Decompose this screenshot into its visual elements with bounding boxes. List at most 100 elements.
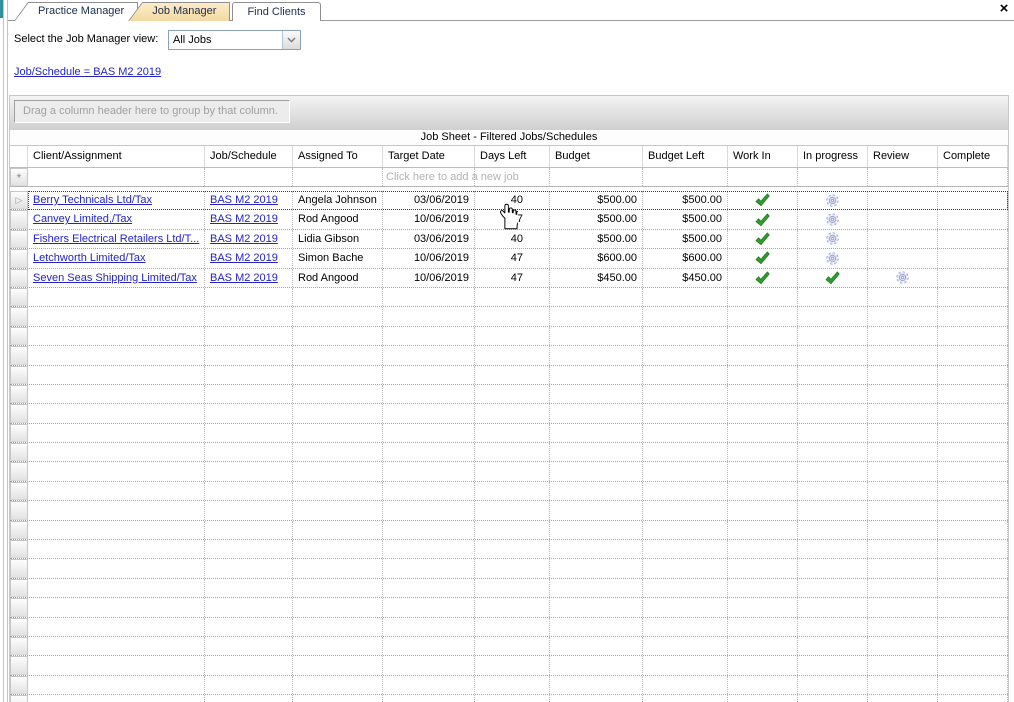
budget-left-cell[interactable]: $500.00 [643,191,728,209]
row-header[interactable] [10,656,28,674]
target-date-cell[interactable]: 03/06/2019 [383,230,475,248]
work-in-cell[interactable] [728,269,798,287]
row-header[interactable] [10,501,28,519]
view-selector-dropdown[interactable]: All Jobs [168,30,301,50]
row-header[interactable] [10,385,28,403]
job-link[interactable]: BAS M2 2019 [210,233,278,245]
column-header-work-in[interactable]: Work In [728,146,798,167]
job-link[interactable]: BAS M2 2019 [210,272,278,284]
row-header[interactable] [10,346,28,364]
budget-left-cell[interactable]: $500.00 [643,230,728,248]
review-cell[interactable] [868,210,938,228]
row-header[interactable] [10,579,28,597]
job-link[interactable]: BAS M2 2019 [210,252,278,264]
budget-cell[interactable]: $450.00 [550,269,643,287]
target-date-cell[interactable]: 10/06/2019 [383,269,475,287]
in-progress-cell[interactable] [798,249,868,267]
days-left-cell[interactable]: 47 [475,249,550,267]
row-header[interactable] [10,307,28,325]
dropdown-button[interactable] [282,31,300,49]
client-link[interactable]: Letchworth Limited/Tax [33,252,146,264]
budget-left-cell[interactable]: $600.00 [643,249,728,267]
assigned-cell[interactable]: Rod Angood [293,269,383,287]
review-cell[interactable] [868,230,938,248]
row-header[interactable] [10,230,28,248]
add-new-job-hint[interactable]: Click here to add a new job [386,169,519,186]
tab-find-clients[interactable]: Find Clients [232,2,320,21]
client-link[interactable]: Seven Seas Shipping Limited/Tax [33,272,197,284]
budget-cell[interactable]: $500.00 [550,230,643,248]
row-header[interactable] [10,618,28,636]
row-header[interactable] [10,695,28,702]
in-progress-cell[interactable] [798,210,868,228]
column-header-client[interactable]: Client/Assignment [28,146,205,167]
client-link[interactable]: Berry Technicals Ltd/Tax [33,194,152,206]
job-link[interactable]: BAS M2 2019 [210,213,278,225]
assigned-cell[interactable]: Simon Bache [293,249,383,267]
complete-cell[interactable] [938,210,1008,228]
add-new-job-row[interactable]: * Click here to add a new job [10,168,1008,187]
row-header[interactable] [10,443,28,461]
row-header[interactable] [10,249,28,267]
complete-cell[interactable] [938,249,1008,267]
assigned-cell[interactable]: Lidia Gibson [293,230,383,248]
column-header-complete[interactable]: Complete [938,146,1008,167]
in-progress-cell[interactable] [798,191,868,209]
current-row-indicator[interactable]: ▷ [10,191,28,209]
row-header[interactable] [10,559,28,577]
work-in-cell[interactable] [728,210,798,228]
in-progress-cell[interactable] [798,269,868,287]
assigned-cell[interactable]: Rod Angood [293,210,383,228]
days-left-cell[interactable]: 40 [475,191,550,209]
budget-left-cell[interactable]: $450.00 [643,269,728,287]
row-header[interactable] [10,521,28,539]
close-icon[interactable]: × [997,1,1011,17]
client-link[interactable]: Fishers Electrical Retailers Ltd/T... [33,233,199,245]
column-header-job[interactable]: Job/Schedule [205,146,293,167]
row-header[interactable] [10,598,28,616]
column-header-days-left[interactable]: Days Left [475,146,550,167]
job-link[interactable]: BAS M2 2019 [210,194,278,206]
column-header-target-date[interactable]: Target Date [383,146,475,167]
days-left-cell[interactable]: 47 [475,269,550,287]
column-header-assigned[interactable]: Assigned To [293,146,383,167]
row-header[interactable] [10,288,28,306]
budget-cell[interactable]: $500.00 [550,191,643,209]
work-in-cell[interactable] [728,191,798,209]
target-date-cell[interactable]: 10/06/2019 [383,210,475,228]
row-header[interactable] [10,210,28,228]
complete-cell[interactable] [938,191,1008,209]
budget-cell[interactable]: $600.00 [550,249,643,267]
row-header[interactable] [10,462,28,480]
filter-breadcrumb-link[interactable]: Job/Schedule = BAS M2 2019 [14,66,161,78]
in-progress-cell[interactable] [798,230,868,248]
complete-cell[interactable] [938,269,1008,287]
row-header[interactable] [10,637,28,655]
complete-cell[interactable] [938,230,1008,248]
row-header[interactable] [10,404,28,422]
row-header[interactable] [10,676,28,694]
row-header[interactable] [10,366,28,384]
group-by-drop-target[interactable]: Drag a column header here to group by th… [14,100,290,123]
days-left-cell[interactable]: 47 [475,210,550,228]
row-header[interactable] [10,269,28,287]
row-header[interactable] [10,327,28,345]
column-header-in-progress[interactable]: In progress [798,146,868,167]
review-cell[interactable] [868,249,938,267]
column-header-budget-left[interactable]: Budget Left [643,146,728,167]
work-in-cell[interactable] [728,230,798,248]
row-header[interactable] [10,540,28,558]
row-header[interactable] [10,482,28,500]
target-date-cell[interactable]: 10/06/2019 [383,249,475,267]
review-cell[interactable] [868,191,938,209]
days-left-cell[interactable]: 40 [475,230,550,248]
tab-job-manager[interactable]: Job Manager [128,2,230,21]
review-cell[interactable] [868,269,938,287]
budget-left-cell[interactable]: $500.00 [643,210,728,228]
target-date-cell[interactable]: 03/06/2019 [383,191,475,209]
row-header[interactable] [10,424,28,442]
column-header-budget[interactable]: Budget [550,146,643,167]
assigned-cell[interactable]: Angela Johnson [293,191,383,209]
budget-cell[interactable]: $500.00 [550,210,643,228]
column-header-review[interactable]: Review [868,146,938,167]
